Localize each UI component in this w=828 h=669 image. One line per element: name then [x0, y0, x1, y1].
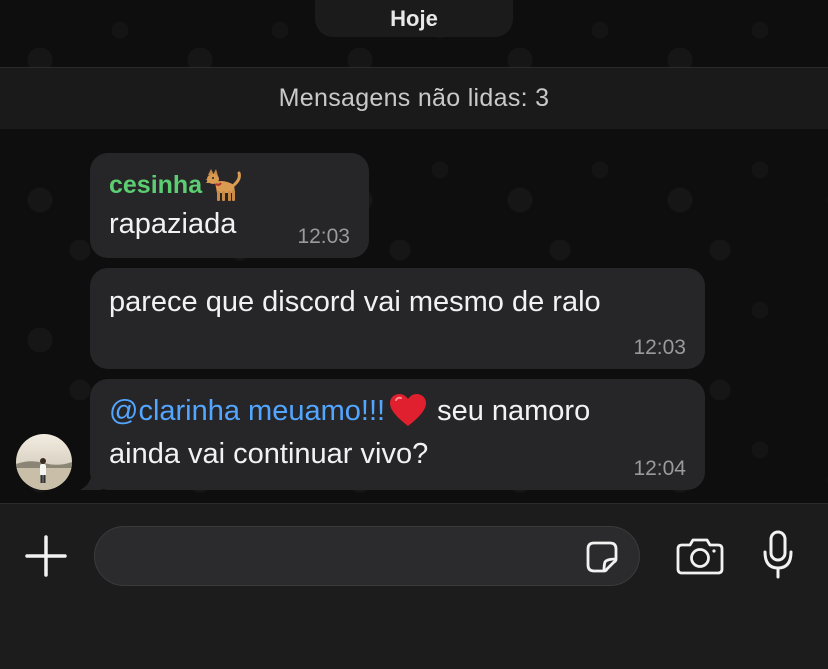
red-heart-emoji-icon [390, 394, 427, 426]
message-text: rapaziada [109, 208, 237, 240]
avatar-photo-icon [16, 434, 72, 490]
message-text: parece que discord vai mesmo de ralo [109, 286, 601, 318]
microphone-icon[interactable] [761, 530, 795, 580]
message-text: ainda vai continuar vivo? [109, 438, 429, 470]
message-bubble[interactable]: @clarinha meuamo!!! seu namoro ainda vai… [90, 379, 705, 490]
sticker-icon[interactable] [585, 540, 619, 574]
message-text: seu namoro [437, 394, 591, 427]
message-timestamp: 12:03 [297, 225, 350, 248]
sender-name-row: cesinha [109, 167, 242, 203]
message-bubble[interactable]: parece que discord vai mesmo de ralo 12:… [90, 268, 705, 369]
message-timestamp: 12:04 [633, 457, 686, 480]
chat-area[interactable]: Hoje Mensagens não lidas: 3 cesinha rapa [0, 0, 828, 503]
message-composer [0, 503, 828, 669]
bubble-tail [80, 470, 102, 490]
mention-link[interactable]: @clarinha meuamo!!! [109, 395, 385, 428]
message-input[interactable] [115, 527, 579, 587]
dog-emoji-icon [204, 169, 242, 201]
message-text-line: @clarinha meuamo!!! seu namoro [109, 393, 590, 429]
message-bubble[interactable]: cesinha rapaziada 12:03 [90, 153, 369, 258]
camera-icon[interactable] [676, 537, 724, 575]
sender-name: cesinha [109, 170, 203, 199]
message-input-field[interactable] [94, 526, 640, 587]
plus-icon[interactable] [25, 535, 67, 577]
unread-messages-banner: Mensagens não lidas: 3 [0, 67, 828, 129]
sender-avatar[interactable] [16, 434, 72, 490]
message-timestamp: 12:03 [633, 336, 686, 359]
date-separator: Hoje [315, 0, 513, 37]
